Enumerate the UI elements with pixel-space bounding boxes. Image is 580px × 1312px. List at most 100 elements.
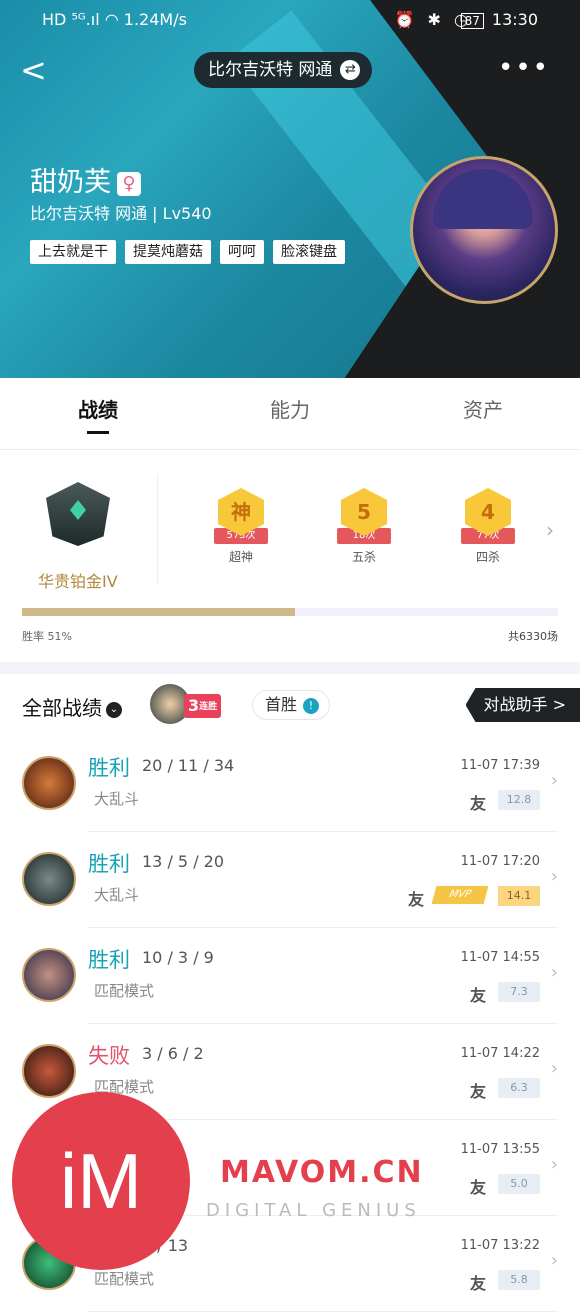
player-tag[interactable]: 提莫炖蘑菇 <box>125 240 211 264</box>
match-row[interactable]: 胜利 10 / 3 / 9 匹配模式 11-07 14:55 友 7.3 › <box>0 928 580 1024</box>
match-time: 11-07 17:39 <box>461 758 540 773</box>
more-icon[interactable]: ••• <box>498 50 550 86</box>
match-kda: 13 / 5 / 20 <box>142 852 224 871</box>
rank-emblem-icon <box>46 482 110 546</box>
status-bar: HD ⁵ᴳ.ıl ◠ 1.24M/s ⏰ ✱ ◷ 8713:30 <box>0 8 580 34</box>
swap-icon: ⇄ <box>340 60 360 80</box>
ally-icon: 友 <box>470 982 486 1006</box>
match-kda: 3 / 6 / 2 <box>142 1044 204 1063</box>
first-win-button[interactable]: 首胜! <box>252 690 330 720</box>
server-switch-button[interactable]: 比尔吉沃特 网通 ⇄ <box>194 52 372 88</box>
tab-record-label: 战绩 <box>78 398 118 422</box>
match-row[interactable]: 胜利 13 / 5 / 20大乱斗 11-07 17:20 MVP 友 14.1 › <box>0 832 580 928</box>
hero-avatar <box>22 756 76 810</box>
match-result: 胜利 <box>88 944 130 974</box>
profile-header: HD ⁵ᴳ.ıl ◠ 1.24M/s ⏰ ✱ ◷ 8713:30 < 比尔吉沃特… <box>0 0 580 378</box>
watermark-brand: MAVOM.CN <box>220 1155 424 1190</box>
match-kda: 20 / 11 / 34 <box>142 756 234 775</box>
server-level: 比尔吉沃特 网通 | Lv540 <box>30 200 212 224</box>
match-time: 11-07 17:20 <box>461 854 540 869</box>
win-streak-badge: 3连胜 <box>150 682 234 726</box>
streak-text: 连胜 <box>199 702 217 712</box>
battle-assistant-button[interactable]: 对战助手 > <box>466 688 580 722</box>
ally-icon: 友 <box>470 790 486 814</box>
match-score: 6.3 <box>498 1078 540 1098</box>
match-time: 11-07 13:22 <box>461 1238 540 1253</box>
win-rate-bar <box>22 608 558 616</box>
chevron-down-icon: ⌄ <box>106 702 122 718</box>
player-name-text: 甜奶芙 <box>30 167 111 198</box>
match-result: 失败 <box>88 1040 130 1070</box>
hero-avatar <box>22 852 76 906</box>
player-tag[interactable]: 上去就是干 <box>30 240 116 264</box>
filter-label: 全部战绩 <box>22 696 102 720</box>
medal-quadra[interactable]: 4 77次 四杀 <box>453 488 523 565</box>
match-result: 胜利 <box>88 848 130 878</box>
tab-assets-label: 资产 <box>463 398 503 422</box>
watermark-logo: iM <box>12 1092 190 1270</box>
chevron-right-icon: › <box>551 1058 558 1079</box>
streak-count: 3连胜 <box>184 694 221 718</box>
status-time: 13:30 <box>492 10 538 29</box>
ally-icon: 友 <box>470 1174 486 1198</box>
top-nav: < 比尔吉沃特 网通 ⇄ ••• <box>0 50 580 90</box>
streak-num: 3 <box>188 696 199 715</box>
watermark-logo-text: iM <box>12 1092 190 1270</box>
chevron-right-icon: › <box>551 1154 558 1175</box>
info-icon: ! <box>303 698 319 714</box>
chevron-right-icon: › <box>551 866 558 887</box>
medal-label: 超神 <box>206 548 276 565</box>
match-list-header: 全部战绩⌄ 3连胜 首胜! 对战助手 > <box>0 674 580 736</box>
match-mode: 大乱斗 <box>94 884 139 905</box>
tab-assets[interactable]: 资产 <box>433 394 533 423</box>
match-mode: 匹配模式 <box>94 980 154 1001</box>
player-avatar[interactable] <box>410 156 558 304</box>
match-score: 5.8 <box>498 1270 540 1290</box>
rank-tier: 华贵铂金IV <box>38 568 118 592</box>
tab-ability-label: 能力 <box>270 398 310 422</box>
win-rate-label: 胜率 51% <box>22 628 72 644</box>
female-icon: ♀ <box>117 172 141 196</box>
network-status: HD ⁵ᴳ.ıl ◠ 1.24M/s <box>42 10 187 29</box>
medal-penta[interactable]: 5 18次 五杀 <box>329 488 399 565</box>
chevron-right-icon: › <box>551 770 558 791</box>
match-kda: 10 / 3 / 9 <box>142 948 214 967</box>
match-time: 11-07 14:55 <box>461 950 540 965</box>
chevron-right-icon: › <box>551 1250 558 1271</box>
player-tag[interactable]: 呵呵 <box>220 240 264 264</box>
match-row[interactable]: 胜利20 / 11 / 34大乱斗11-07 17:39友12.8› <box>0 736 580 832</box>
match-score: 7.3 <box>498 982 540 1002</box>
server-name: 比尔吉沃特 网通 <box>208 52 332 88</box>
first-win-label: 首胜 <box>265 695 297 714</box>
watermark-slogan: DIGITAL GENIUS <box>206 1200 421 1221</box>
match-time: 11-07 14:22 <box>461 1046 540 1061</box>
mvp-badge: MVP <box>432 886 489 904</box>
match-mode: 匹配模式 <box>94 1268 154 1289</box>
tab-bar: 战绩 能力 资产 <box>0 378 580 450</box>
medal-legendary[interactable]: 神 573次 超神 <box>206 488 276 565</box>
hero-avatar <box>22 948 76 1002</box>
win-rate-fill <box>22 608 295 616</box>
medal-label: 五杀 <box>329 548 399 565</box>
player-name: 甜奶芙♀ <box>30 160 141 199</box>
match-score: 12.8 <box>498 790 540 810</box>
medal-label: 四杀 <box>453 548 523 565</box>
match-result: 胜利 <box>88 752 130 782</box>
all-matches-filter[interactable]: 全部战绩⌄ <box>22 692 122 721</box>
tab-ability[interactable]: 能力 <box>240 394 340 423</box>
player-tag[interactable]: 脸滚键盘 <box>273 240 345 264</box>
battery-level: 87 <box>461 13 484 29</box>
chevron-right-icon: › <box>551 962 558 983</box>
rank-summary: 华贵铂金IV 神 573次 超神 5 18次 五杀 4 77次 四杀 › 胜率 … <box>0 450 580 662</box>
total-games: 共6330场 <box>508 628 558 644</box>
back-arrow-icon[interactable]: < <box>20 50 47 90</box>
ally-icon: 友 <box>408 886 424 910</box>
match-score: 5.0 <box>498 1174 540 1194</box>
match-score: 14.1 <box>498 886 540 906</box>
player-tags: 上去就是干 提莫炖蘑菇 呵呵 脸滚键盘 <box>30 240 345 264</box>
chevron-right-icon[interactable]: › <box>546 518 554 542</box>
tab-record[interactable]: 战绩 <box>48 394 148 434</box>
match-time: 11-07 13:55 <box>461 1142 540 1157</box>
hero-avatar <box>22 1044 76 1098</box>
ally-icon: 友 <box>470 1078 486 1102</box>
